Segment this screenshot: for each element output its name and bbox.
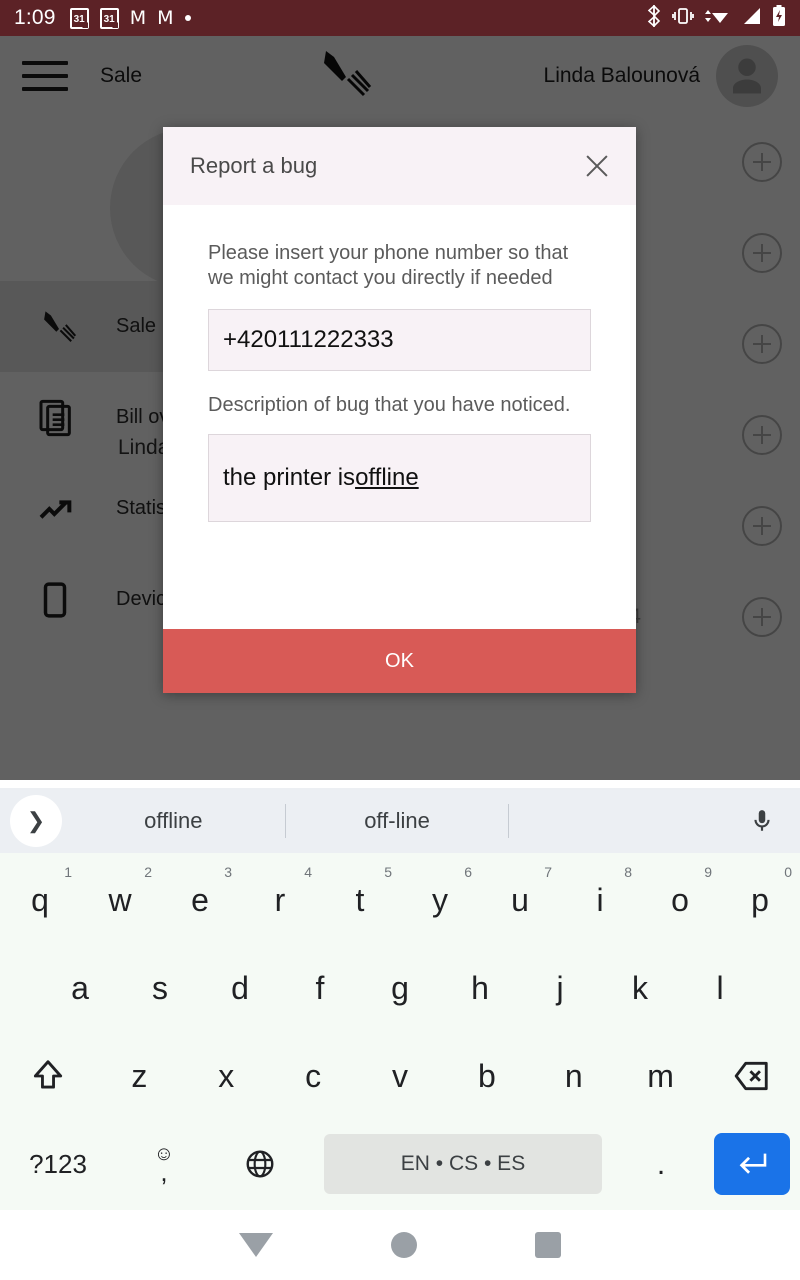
key-d[interactable]: d [200,946,280,1030]
description-input[interactable]: the printer is offline [208,434,591,522]
key-num: 4 [304,864,312,880]
key-label: y [432,881,448,918]
key-o[interactable]: 9o [640,858,720,942]
gmail-icon: M [129,6,147,29]
key-label: q [31,881,49,918]
key-label: e [191,881,209,918]
symbols-key[interactable]: ?123 [0,1122,116,1206]
key-k[interactable]: k [600,946,680,1030]
key-v[interactable]: v [357,1034,444,1118]
wifi-icon [704,6,732,31]
microphone-icon[interactable] [732,806,792,836]
phone-input-value: +420111222333 [223,326,394,353]
close-icon[interactable] [580,149,614,183]
shift-icon[interactable] [0,1034,96,1118]
comma-label: , [160,1157,168,1187]
keyboard-row-1: 1q 2w 3e 4r 5t 6y 7u 8i 9o 0p [0,858,800,942]
key-h[interactable]: h [440,946,520,1030]
key-label: i [596,881,604,918]
dot-icon [184,15,191,21]
status-clock: 1:09 [14,6,56,29]
key-num: 1 [64,864,72,880]
key-f[interactable]: f [280,946,360,1030]
key-e[interactable]: 3e [160,858,240,942]
space-key[interactable]: EN • CS • ES [324,1134,602,1194]
key-j[interactable]: j [520,946,600,1030]
key-num: 0 [784,864,792,880]
key-y[interactable]: 6y [400,858,480,942]
vibrate-icon [672,6,694,31]
key-i[interactable]: 8i [560,858,640,942]
home-circle-icon[interactable] [391,1232,417,1258]
period-key[interactable]: . [618,1122,704,1206]
key-num: 6 [464,864,472,880]
system-navigation-bar [0,1210,800,1280]
ok-button[interactable]: OK [163,629,636,693]
key-b[interactable]: b [443,1034,530,1118]
phone-field-label: Please insert your phone number so that … [208,242,569,289]
recents-square-icon[interactable] [535,1232,561,1258]
enter-key[interactable] [704,1122,800,1206]
key-label: o [671,881,689,918]
divider [508,803,510,838]
description-composing-text: offline [355,464,419,491]
key-z[interactable]: z [96,1034,183,1118]
key-num: 8 [624,864,632,880]
enter-return-icon [714,1133,790,1195]
backspace-icon[interactable] [704,1034,800,1118]
suggestion-bar: ❯ offline off-line [0,788,800,853]
key-q[interactable]: 1q [0,858,80,942]
suggestion-1[interactable]: off-line [286,808,509,834]
key-num: 3 [224,864,232,880]
key-l[interactable]: l [680,946,760,1030]
key-a[interactable]: a [40,946,120,1030]
key-n[interactable]: n [530,1034,617,1118]
key-s[interactable]: s [120,946,200,1030]
report-bug-dialog: Report a bug Please insert your phone nu… [163,127,636,693]
suggestion-0[interactable]: offline [62,808,285,834]
description-input-value: the printer is [223,464,356,491]
emoji-comma-key[interactable]: ☺ , [116,1122,212,1206]
signal-icon [742,7,762,30]
key-r[interactable]: 4r [240,858,320,942]
key-label: p [751,881,769,918]
calendar-31-icon: 31 [69,7,89,29]
key-c[interactable]: c [270,1034,357,1118]
key-num: 5 [384,864,392,880]
battery-charging-icon [772,4,786,32]
dialog-title: Report a bug [190,153,318,178]
phone-input[interactable]: +420111222333 [208,309,591,371]
keyboard-row-2: a s d f g h j k l [0,946,800,1030]
keyboard-row-4: ?123 ☺ , EN • CS • ES . [0,1122,800,1206]
key-p[interactable]: 0p [720,858,800,942]
key-label: w [108,881,132,918]
key-num: 7 [544,864,552,880]
calendar-31-icon: 31 [99,7,119,29]
key-label: t [355,881,365,918]
dialog-body: Please insert your phone number so that … [163,205,636,629]
gmail-icon: M [157,6,174,29]
bluetooth-icon [646,3,662,32]
status-bar: 1:09 31 31 M M [0,0,800,36]
dialog-header: Report a bug [163,127,636,205]
key-t[interactable]: 5t [320,858,400,942]
key-g[interactable]: g [360,946,440,1030]
key-x[interactable]: x [183,1034,270,1118]
key-num: 9 [704,864,712,880]
key-u[interactable]: 7u [480,858,560,942]
status-notification-icons: 31 31 M M [69,6,191,29]
keyboard-row-3: z x c v b n m [0,1034,800,1118]
description-field-label: Description of bug that you have noticed… [208,394,571,416]
status-system-icons [646,3,786,32]
on-screen-keyboard: ❯ offline off-line 1q 2w 3e 4r 5t 6y 7u … [0,788,800,1210]
key-w[interactable]: 2w [80,858,160,942]
key-num: 2 [144,864,152,880]
hide-keyboard-triangle-icon[interactable] [239,1233,273,1257]
globe-language-icon[interactable] [212,1122,308,1206]
key-label: r [274,881,286,918]
key-m[interactable]: m [617,1034,704,1118]
chevron-right-icon[interactable]: ❯ [10,794,62,847]
key-label: u [511,881,529,918]
